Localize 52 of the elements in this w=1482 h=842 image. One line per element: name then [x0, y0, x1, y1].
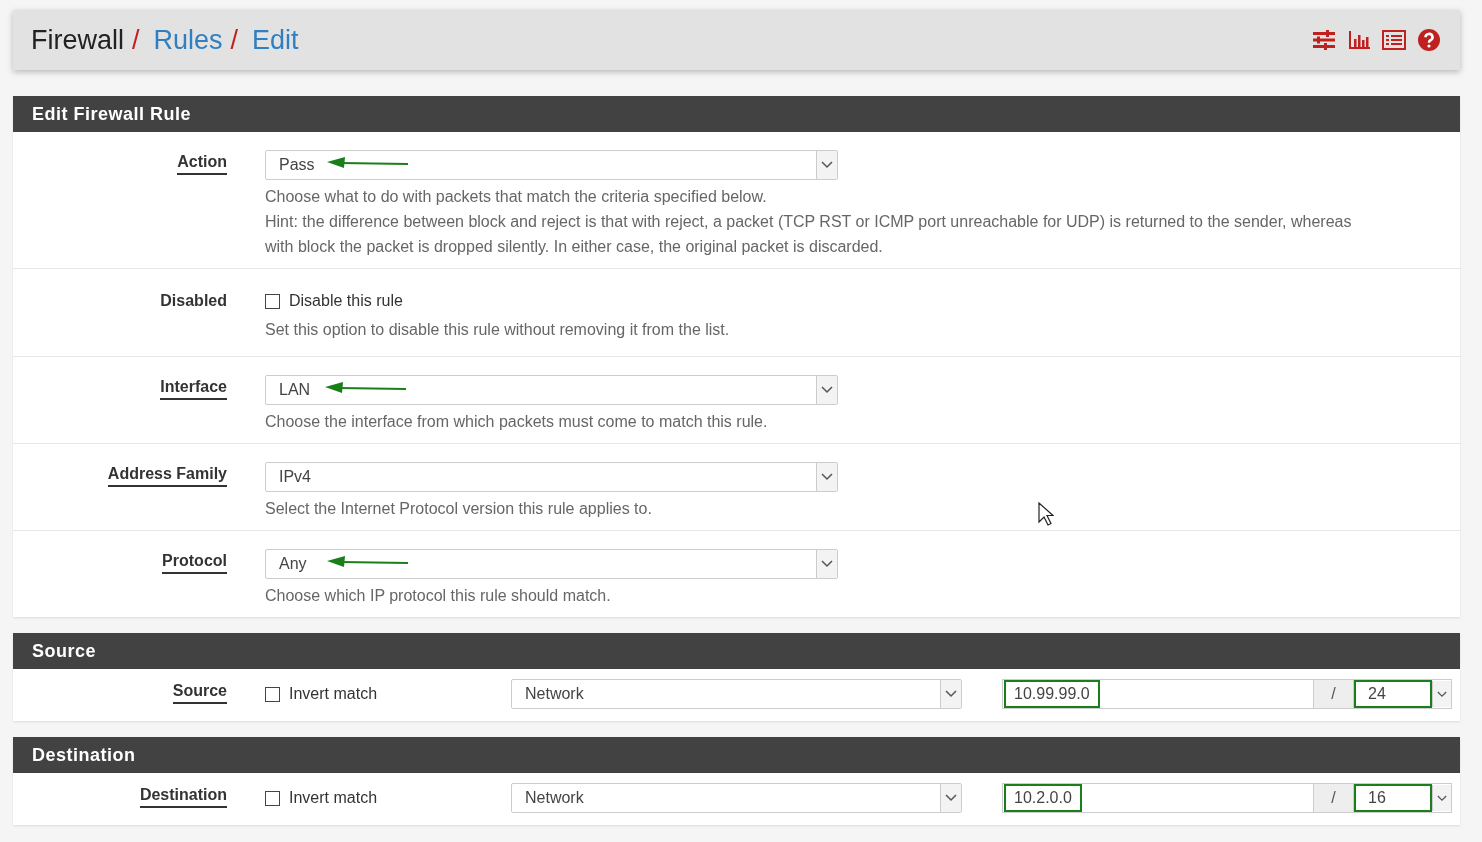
- help-text: Choose which IP protocol this rule should match.: [265, 586, 611, 606]
- field-label: Disabled: [160, 292, 227, 311]
- mask-select[interactable]: 24: [1353, 679, 1452, 709]
- panel-heading: Source: [13, 633, 1460, 669]
- help-icon[interactable]: [1418, 29, 1440, 51]
- dropdown-select[interactable]: LAN: [265, 375, 838, 405]
- bar-chart-icon[interactable]: [1348, 30, 1370, 50]
- help-text: Choose the interface from which packets must come to match this rule.: [265, 412, 768, 432]
- dropdown-select[interactable]: IPv4: [265, 462, 838, 492]
- field-label-link[interactable]: Address Family: [107, 465, 227, 487]
- field-label-link[interactable]: Action: [177, 153, 227, 175]
- address-value: 10.99.99.0: [1004, 680, 1100, 708]
- caret-icon: [945, 794, 957, 802]
- breadcrumb-separator: /: [230, 24, 239, 56]
- breadcrumb-separator: /: [132, 24, 140, 56]
- caret-icon: [945, 690, 957, 698]
- sliders-icon[interactable]: [1312, 30, 1336, 50]
- address-input[interactable]: 10.99.99.0: [1002, 679, 1314, 709]
- field-label-link[interactable]: Destination: [139, 786, 227, 808]
- dropdown-select[interactable]: Network: [511, 679, 962, 709]
- caret-icon: [1437, 690, 1447, 698]
- caret-icon: [821, 473, 833, 481]
- address-input[interactable]: 10.2.0.0: [1002, 783, 1314, 813]
- checkbox-label: Disable this rule: [289, 292, 403, 310]
- checkbox[interactable]: [265, 293, 280, 309]
- address-value: 10.2.0.0: [1004, 784, 1082, 812]
- field-label-link[interactable]: Interface: [160, 378, 227, 400]
- checkbox-label: Invert match: [289, 685, 378, 703]
- field-label-link[interactable]: Protocol: [162, 552, 227, 574]
- help-text: Choose what to do with packets that match the criteria specified below.: [265, 187, 767, 207]
- panel-heading: Edit Firewall Rule: [13, 96, 1460, 132]
- dropdown-select[interactable]: Any: [265, 549, 838, 579]
- help-text: Set this option to disable this rule without removing it from the list.: [265, 320, 730, 340]
- mask-select[interactable]: 16: [1353, 783, 1452, 813]
- caret-icon: [821, 161, 833, 169]
- help-text: Select the Internet Protocol version this rule applies to.: [265, 499, 652, 519]
- field-label-link[interactable]: Source: [172, 682, 227, 704]
- checkbox[interactable]: [265, 790, 280, 806]
- dropdown-select[interactable]: Pass: [265, 150, 838, 180]
- caret-icon: [821, 560, 833, 568]
- mask-separator: /: [1314, 783, 1353, 813]
- help-text: Hint: the difference between block and reject is that with reject, a packet (TCP RST or ICMP port unreachable for UDP) is returned to the sender, whereas with block the packet is dropped silently. In either case, the original packet is discarded.: [265, 212, 1353, 257]
- checkbox[interactable]: [265, 686, 280, 702]
- list-icon[interactable]: [1382, 30, 1406, 50]
- checkbox-label: Invert match: [289, 789, 378, 807]
- breadcrumb-text: Firewall: [31, 24, 124, 56]
- dropdown-select[interactable]: Network: [511, 783, 962, 813]
- mouse-pointer-icon: [1038, 502, 1054, 526]
- caret-icon: [1437, 794, 1447, 802]
- panel-heading: Destination: [13, 737, 1460, 773]
- caret-icon: [821, 386, 833, 394]
- mask-separator: /: [1314, 679, 1353, 709]
